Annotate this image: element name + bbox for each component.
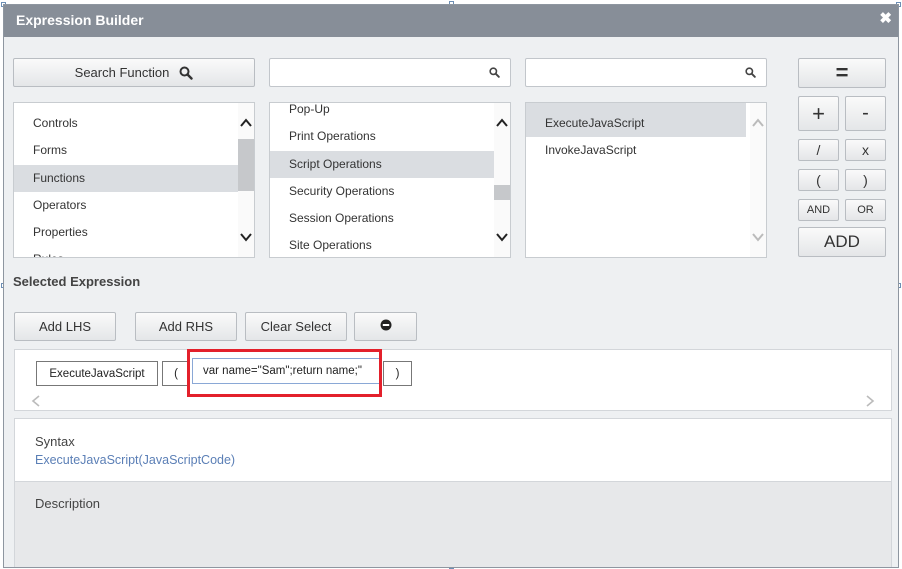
search-icon[interactable]	[489, 65, 500, 83]
category-list[interactable]: Controls Forms Functions Operators Prope…	[13, 102, 255, 258]
multiply-button[interactable]: x	[845, 139, 886, 161]
list-item-invokejavascript[interactable]: InvokeJavaScript	[526, 137, 766, 164]
expression-builder-dialog: Expression Builder ✖ Search Function Con…	[3, 4, 899, 568]
add-button[interactable]: ADD	[798, 227, 886, 257]
list-item-pop-up[interactable]: Pop-Up	[270, 103, 510, 123]
list-item-functions[interactable]: Functions	[14, 164, 254, 192]
list-item-script-operations[interactable]: Script Operations	[270, 150, 510, 178]
list-item-operators[interactable]: Operators	[14, 192, 254, 219]
description-panel: Description	[14, 481, 892, 567]
category-list-scrollbar[interactable]	[238, 103, 254, 257]
chevron-right-icon[interactable]	[865, 395, 875, 407]
open-paren-button[interactable]: (	[798, 169, 839, 191]
minus-circle-icon	[380, 319, 392, 334]
close-icon[interactable]: ✖	[879, 9, 892, 27]
list-item-properties[interactable]: Properties	[14, 219, 254, 246]
divide-button[interactable]: /	[798, 139, 839, 161]
or-button[interactable]: OR	[845, 199, 886, 221]
function-search-box	[525, 58, 767, 87]
function-search-input[interactable]	[532, 63, 726, 85]
group-list-scrollbar[interactable]	[494, 103, 510, 257]
chevron-up-icon[interactable]	[240, 117, 252, 129]
syntax-title: Syntax	[35, 434, 75, 449]
equals-button[interactable]: =	[798, 58, 886, 88]
group-list[interactable]: Pop-Up Print Operations Script Operation…	[269, 102, 511, 258]
clear-select-button[interactable]: Clear Select	[245, 312, 347, 341]
dialog-title-bar[interactable]: Expression Builder ✖	[4, 5, 898, 37]
search-icon[interactable]	[745, 65, 756, 83]
list-item-rules[interactable]: Rules	[14, 246, 254, 257]
search-function-button[interactable]: Search Function	[13, 58, 255, 87]
dialog-title: Expression Builder	[16, 12, 144, 28]
list-item-site-operations[interactable]: Site Operations	[270, 232, 510, 257]
group-search-input[interactable]	[276, 63, 470, 85]
syntax-text[interactable]: ExecuteJavaScript(JavaScriptCode)	[35, 453, 235, 467]
chevron-down-icon[interactable]	[240, 231, 252, 243]
function-list-scrollbar[interactable]	[750, 103, 766, 257]
list-item-controls[interactable]: Controls	[14, 110, 254, 137]
group-search-box	[269, 58, 511, 87]
expression-token-open-paren[interactable]: (	[162, 361, 190, 386]
description-title: Description	[35, 496, 101, 511]
chevron-down-icon[interactable]	[752, 231, 764, 243]
plus-button[interactable]: +	[798, 96, 839, 131]
expression-token-close-paren[interactable]: )	[383, 361, 412, 386]
highlight-box	[187, 349, 382, 397]
syntax-panel: Syntax ExecuteJavaScript(JavaScriptCode)	[14, 418, 892, 482]
scrollbar-thumb[interactable]	[494, 185, 510, 200]
expression-area: ExecuteJavaScript ( )	[14, 349, 892, 411]
scrollbar-thumb[interactable]	[238, 139, 254, 191]
chevron-left-icon[interactable]	[31, 395, 41, 407]
minus-button[interactable]: -	[845, 96, 886, 131]
selected-expression-label: Selected Expression	[13, 274, 141, 289]
chevron-up-icon[interactable]	[496, 117, 508, 129]
list-item-executejavascript[interactable]: ExecuteJavaScript	[526, 103, 746, 137]
function-list[interactable]: ExecuteJavaScript InvokeJavaScript	[525, 102, 767, 258]
add-lhs-button[interactable]: Add LHS	[14, 312, 116, 341]
list-item-session-operations[interactable]: Session Operations	[270, 205, 510, 232]
list-item-security-operations[interactable]: Security Operations	[270, 178, 510, 205]
search-function-label: Search Function	[74, 65, 170, 80]
list-item-print-operations[interactable]: Print Operations	[270, 123, 510, 150]
close-paren-button[interactable]: )	[845, 169, 886, 191]
chevron-down-icon[interactable]	[496, 231, 508, 243]
and-button[interactable]: AND	[798, 199, 839, 221]
add-rhs-button[interactable]: Add RHS	[135, 312, 237, 341]
list-item-forms[interactable]: Forms	[14, 137, 254, 164]
chevron-up-icon[interactable]	[752, 117, 764, 129]
search-icon	[179, 66, 194, 80]
expression-token-function[interactable]: ExecuteJavaScript	[36, 361, 158, 386]
remove-button[interactable]	[354, 312, 417, 341]
